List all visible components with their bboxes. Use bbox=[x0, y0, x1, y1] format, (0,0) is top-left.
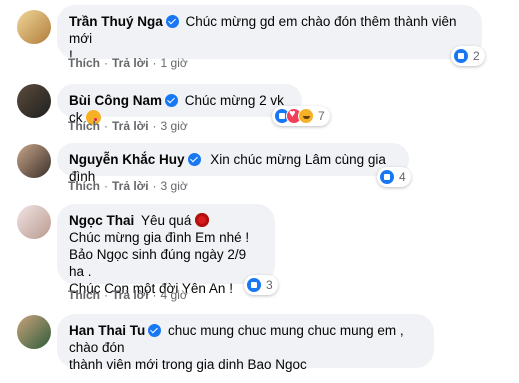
timestamp[interactable]: 4 giờ bbox=[161, 288, 188, 302]
timestamp[interactable]: 1 giờ bbox=[161, 56, 188, 70]
verified-badge-icon bbox=[165, 15, 179, 28]
like-reaction-icon bbox=[246, 277, 262, 293]
comment-actions: Thích · Trả lời · 4 giờ bbox=[68, 288, 188, 302]
reaction-count: 4 bbox=[399, 170, 406, 184]
reply-link[interactable]: Trả lời bbox=[112, 119, 149, 133]
comment-actions: Thích · Trả lời · 3 giờ bbox=[68, 119, 188, 133]
reaction-summary[interactable]: 3 bbox=[244, 275, 278, 295]
verified-badge-icon bbox=[148, 324, 162, 337]
avatar[interactable] bbox=[17, 10, 51, 44]
haha-reaction-icon bbox=[298, 108, 314, 124]
commenter-name[interactable]: Han Thai Tu bbox=[69, 323, 145, 338]
like-link[interactable]: Thích bbox=[68, 179, 100, 193]
comment-bubble: Nguyễn Khắc Huy Xin chúc mừng Lâm cùng g… bbox=[57, 143, 409, 184]
reply-link[interactable]: Trả lời bbox=[112, 56, 149, 70]
comment-text-line: thành viên mới trong gia dinh Bao Ngoc bbox=[69, 357, 307, 372]
reaction-summary[interactable]: 4 bbox=[377, 167, 411, 187]
reaction-summary[interactable]: 2 bbox=[451, 46, 485, 66]
reaction-summary[interactable]: 7 bbox=[272, 106, 330, 126]
avatar[interactable] bbox=[17, 84, 51, 118]
comment-text-line: Bảo Ngọc sinh đúng ngày 2/9 ha . bbox=[69, 247, 247, 279]
verified-badge-icon bbox=[165, 94, 178, 107]
comment-bubble: Trần Thuý Nga Chúc mừng gd em chào đón t… bbox=[57, 5, 482, 63]
like-link[interactable]: Thích bbox=[68, 56, 100, 70]
timestamp[interactable]: 3 giờ bbox=[161, 179, 188, 193]
comment-actions: Thích · Trả lời · 1 giờ bbox=[68, 56, 188, 70]
comment-bubble: Bùi Công Nam Chúc mừng 2 vk ck bbox=[57, 84, 302, 125]
like-reaction-icon bbox=[379, 169, 395, 185]
commenter-name[interactable]: Ngọc Thai bbox=[69, 213, 134, 228]
commenter-name[interactable]: Nguyễn Khắc Huy bbox=[69, 152, 185, 167]
comment-actions: Thích · Trả lời · 3 giờ bbox=[68, 179, 188, 193]
avatar[interactable] bbox=[17, 315, 51, 349]
like-link[interactable]: Thích bbox=[68, 288, 100, 302]
comment-bubble: Han Thai Tu chuc mung chuc mung chuc mun… bbox=[57, 314, 434, 372]
like-link[interactable]: Thích bbox=[68, 119, 100, 133]
commenter-name[interactable]: Bùi Công Nam bbox=[69, 93, 162, 108]
timestamp[interactable]: 3 giờ bbox=[161, 119, 188, 133]
like-reaction-icon bbox=[453, 48, 469, 64]
commenter-name[interactable]: Trần Thuý Nga bbox=[69, 14, 163, 29]
reply-link[interactable]: Trả lời bbox=[112, 179, 149, 193]
avatar[interactable] bbox=[17, 205, 51, 239]
verified-badge-icon bbox=[187, 153, 201, 166]
reply-link[interactable]: Trả lời bbox=[112, 288, 149, 302]
reaction-count: 2 bbox=[473, 49, 480, 63]
comment-bubble: Ngọc Thai Yêu quá Chúc mừng gia đình Em … bbox=[57, 204, 275, 296]
avatar[interactable] bbox=[17, 144, 51, 178]
reaction-count: 7 bbox=[318, 109, 325, 123]
reaction-count: 3 bbox=[266, 278, 273, 292]
comment-text-line: Yêu quá bbox=[141, 213, 192, 228]
rose-icon bbox=[195, 213, 210, 227]
comment-text-line: Chúc mừng gia đình Em nhé ! bbox=[69, 230, 250, 245]
